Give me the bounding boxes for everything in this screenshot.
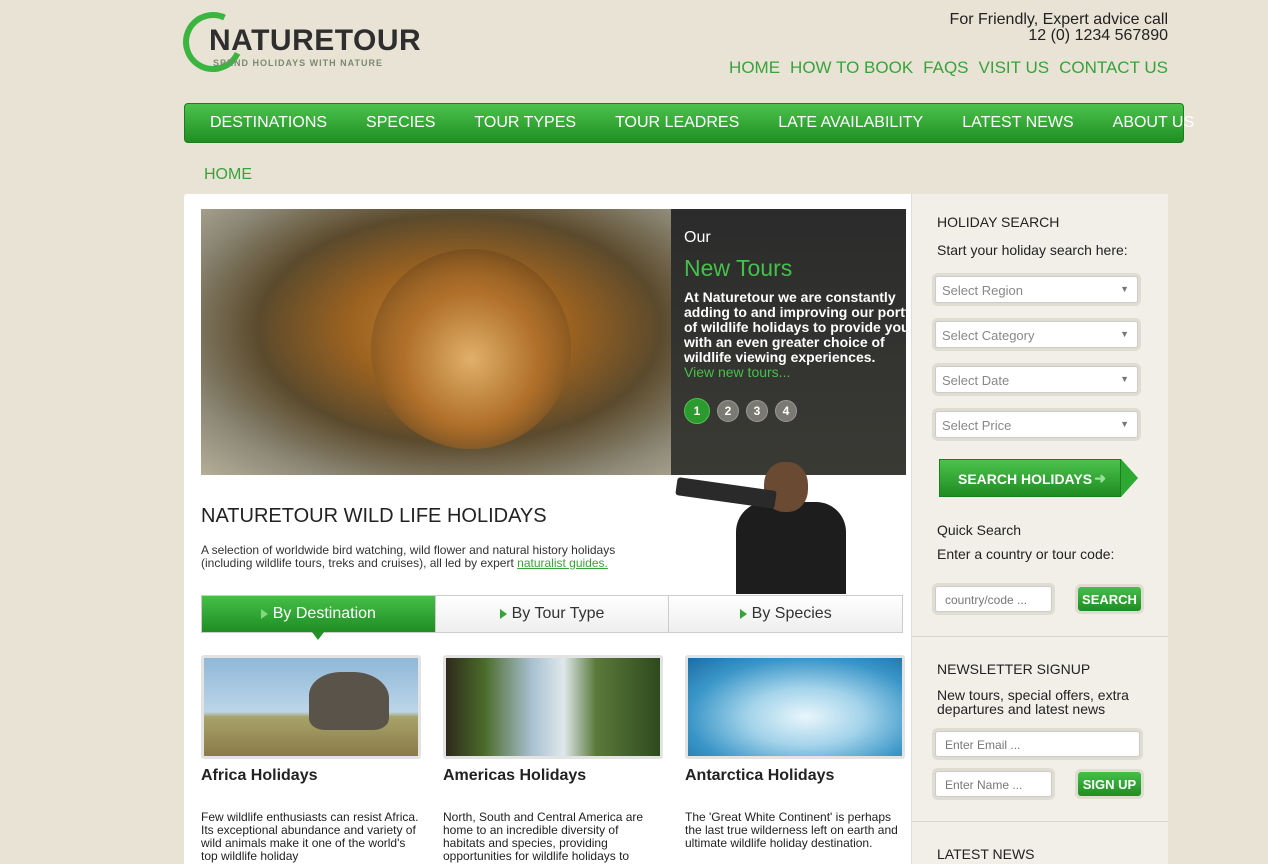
logo-tagline: SPEND HOLIDAYS WITH NATURE (213, 58, 384, 68)
select-date[interactable]: Select Date ▼ (935, 366, 1138, 393)
chevron-down-icon: ▼ (1120, 374, 1129, 384)
topnav-faqs[interactable]: FAQS (923, 58, 968, 78)
sidebar-divider (912, 636, 1168, 637)
card-title[interactable]: Africa Holidays (201, 767, 421, 785)
photographer-image (675, 462, 846, 594)
quick-search-subtitle: Enter a country or tour code: (937, 546, 1115, 562)
hero-text-line: At Naturetour we are constantly (684, 289, 896, 305)
contact-line: For Friendly, Expert advice call (949, 11, 1168, 28)
destination-card-americas[interactable]: Americas Holidays North, South and Centr… (443, 655, 663, 863)
newsletter-email-input[interactable]: Enter Email ... (935, 731, 1140, 757)
newsletter-title: NEWSLETTER SIGNUP (937, 661, 1091, 677)
main-nav: DESTINATIONS SPECIES TOUR TYPES TOUR LEA… (184, 103, 1194, 143)
card-desc: Few wildlife enthusiasts can resist Afri… (201, 810, 419, 863)
camera-lens (675, 477, 777, 509)
holiday-search-subtitle: Start your holiday search here: (937, 242, 1128, 258)
destination-card-antarctica[interactable]: Antarctica Holidays The 'Great White Con… (685, 655, 905, 850)
browse-tabs: By Destination By Tour Type By Species (201, 595, 903, 640)
triangle-right-icon (739, 609, 747, 619)
select-price[interactable]: Select Price ▼ (935, 411, 1138, 438)
topnav-home[interactable]: HOME (729, 58, 780, 78)
contact-info: For Friendly, Expert advice call 12 (0) … (950, 12, 1168, 44)
triangle-right-icon (499, 609, 507, 619)
tab-by-destination[interactable]: By Destination (202, 596, 436, 640)
contact-phone: 12 (0) 1234 567890 (1028, 27, 1168, 44)
slide-dot-4[interactable]: 4 (775, 400, 797, 422)
breadcrumb[interactable]: HOME (204, 166, 252, 184)
quick-search-button[interactable]: SEARCH (1078, 587, 1141, 611)
chevron-down-icon: ▼ (1120, 419, 1129, 429)
sidebar-divider (912, 821, 1168, 822)
antarctica-image[interactable] (685, 655, 905, 759)
slider-pagination: 1 2 3 4 (684, 398, 906, 424)
latest-news-title: LATEST NEWS (937, 846, 1035, 862)
holiday-search-title: HOLIDAY SEARCH (937, 214, 1060, 230)
elephant-shape (309, 672, 389, 730)
chevron-down-icon: ▼ (1120, 329, 1129, 339)
card-title[interactable]: Americas Holidays (443, 767, 663, 785)
card-desc: The 'Great White Continent' is perhaps t… (685, 810, 898, 850)
select-value: Select Price (942, 418, 1012, 433)
select-value: Select Category (942, 328, 1035, 343)
logo[interactable]: NATURETOUR SPEND HOLIDAYS WITH NATURE (174, 3, 423, 81)
destination-card-africa[interactable]: Africa Holidays Few wildlife enthusiasts… (201, 655, 421, 863)
quick-search-title: Quick Search (937, 522, 1022, 538)
nav-latest-news[interactable]: LATEST NEWS (962, 114, 1073, 132)
chevron-down-icon: ▼ (1120, 284, 1129, 294)
hero-text-line: of wildlife holidays to provide you (684, 319, 906, 335)
newsletter-subtitle: New tours, special offers, extra departu… (937, 687, 1129, 717)
topnav-contact-us[interactable]: CONTACT US (1059, 58, 1168, 78)
signup-button[interactable]: SIGN UP (1078, 772, 1141, 796)
topnav-how-to-book[interactable]: HOW TO BOOK (790, 58, 913, 78)
search-holidays-label: SEARCH HOLIDAYS (958, 471, 1093, 487)
americas-image[interactable] (443, 655, 663, 759)
hero-text-line: with an even greater choice of (684, 334, 885, 350)
lion-mane (371, 249, 571, 449)
hero-caption: Our New Tours At Naturetour we are const… (671, 209, 906, 475)
hero-title: New Tours (684, 255, 793, 281)
nav-species[interactable]: SPECIES (366, 114, 435, 132)
intro-text: A selection of worldwide bird watching, … (201, 544, 651, 570)
newsletter-name-input[interactable]: Enter Name ... (935, 771, 1052, 797)
card-desc: North, South and Central America are hom… (443, 810, 644, 863)
page-heading: NATURETOUR WILD LIFE HOLIDAYS (201, 505, 547, 527)
naturalist-guides-link[interactable]: naturalist guides. (517, 556, 608, 570)
tab-label: By Tour Type (511, 605, 605, 622)
triangle-right-icon (260, 609, 268, 619)
card-title[interactable]: Antarctica Holidays (685, 767, 905, 785)
tab-by-tour-type[interactable]: By Tour Type (435, 596, 670, 632)
hero-text-line: wildlife viewing experiences. (684, 349, 876, 365)
hero-text: At Naturetour we are constantly adding t… (684, 290, 906, 365)
photographer-body (736, 502, 846, 594)
topnav-visit-us[interactable]: VISIT US (979, 58, 1050, 78)
select-value: Select Region (942, 283, 1023, 298)
hero-overline: Our (684, 229, 711, 246)
hero-text-line: adding to and improving our portfol (684, 304, 906, 320)
nav-tour-leaders[interactable]: TOUR LEADRES (615, 114, 739, 132)
view-new-tours-link[interactable]: View new tours... (684, 365, 906, 380)
hero-slider: Our New Tours At Naturetour we are const… (201, 209, 906, 475)
quick-search-input[interactable]: country/code ... (935, 586, 1052, 612)
tab-label: By Destination (272, 605, 376, 622)
nav-tour-types[interactable]: TOUR TYPES (474, 114, 576, 132)
nav-late-availability[interactable]: LATE AVAILABILITY (778, 114, 923, 132)
search-holidays-button[interactable]: SEARCH HOLIDAYS ➜ (939, 459, 1138, 497)
select-category[interactable]: Select Category ▼ (935, 321, 1138, 348)
slide-dot-3[interactable]: 3 (746, 400, 768, 422)
tab-label: By Species (751, 605, 832, 622)
select-value: Select Date (942, 373, 1010, 388)
slide-dot-1[interactable]: 1 (684, 398, 710, 424)
select-region[interactable]: Select Region ▼ (935, 276, 1138, 303)
slide-dot-2[interactable]: 2 (717, 400, 739, 422)
arrow-right-icon: ➜ (1094, 470, 1106, 486)
tab-by-species[interactable]: By Species (669, 596, 903, 632)
logo-name: NATURETOUR (209, 24, 422, 57)
nav-about-us[interactable]: ABOUT US (1113, 114, 1195, 132)
africa-image[interactable] (201, 655, 421, 759)
nav-destinations[interactable]: DESTINATIONS (210, 114, 327, 132)
top-nav: HOME HOW TO BOOK FAQS VISIT US CONTACT U… (729, 58, 1168, 78)
